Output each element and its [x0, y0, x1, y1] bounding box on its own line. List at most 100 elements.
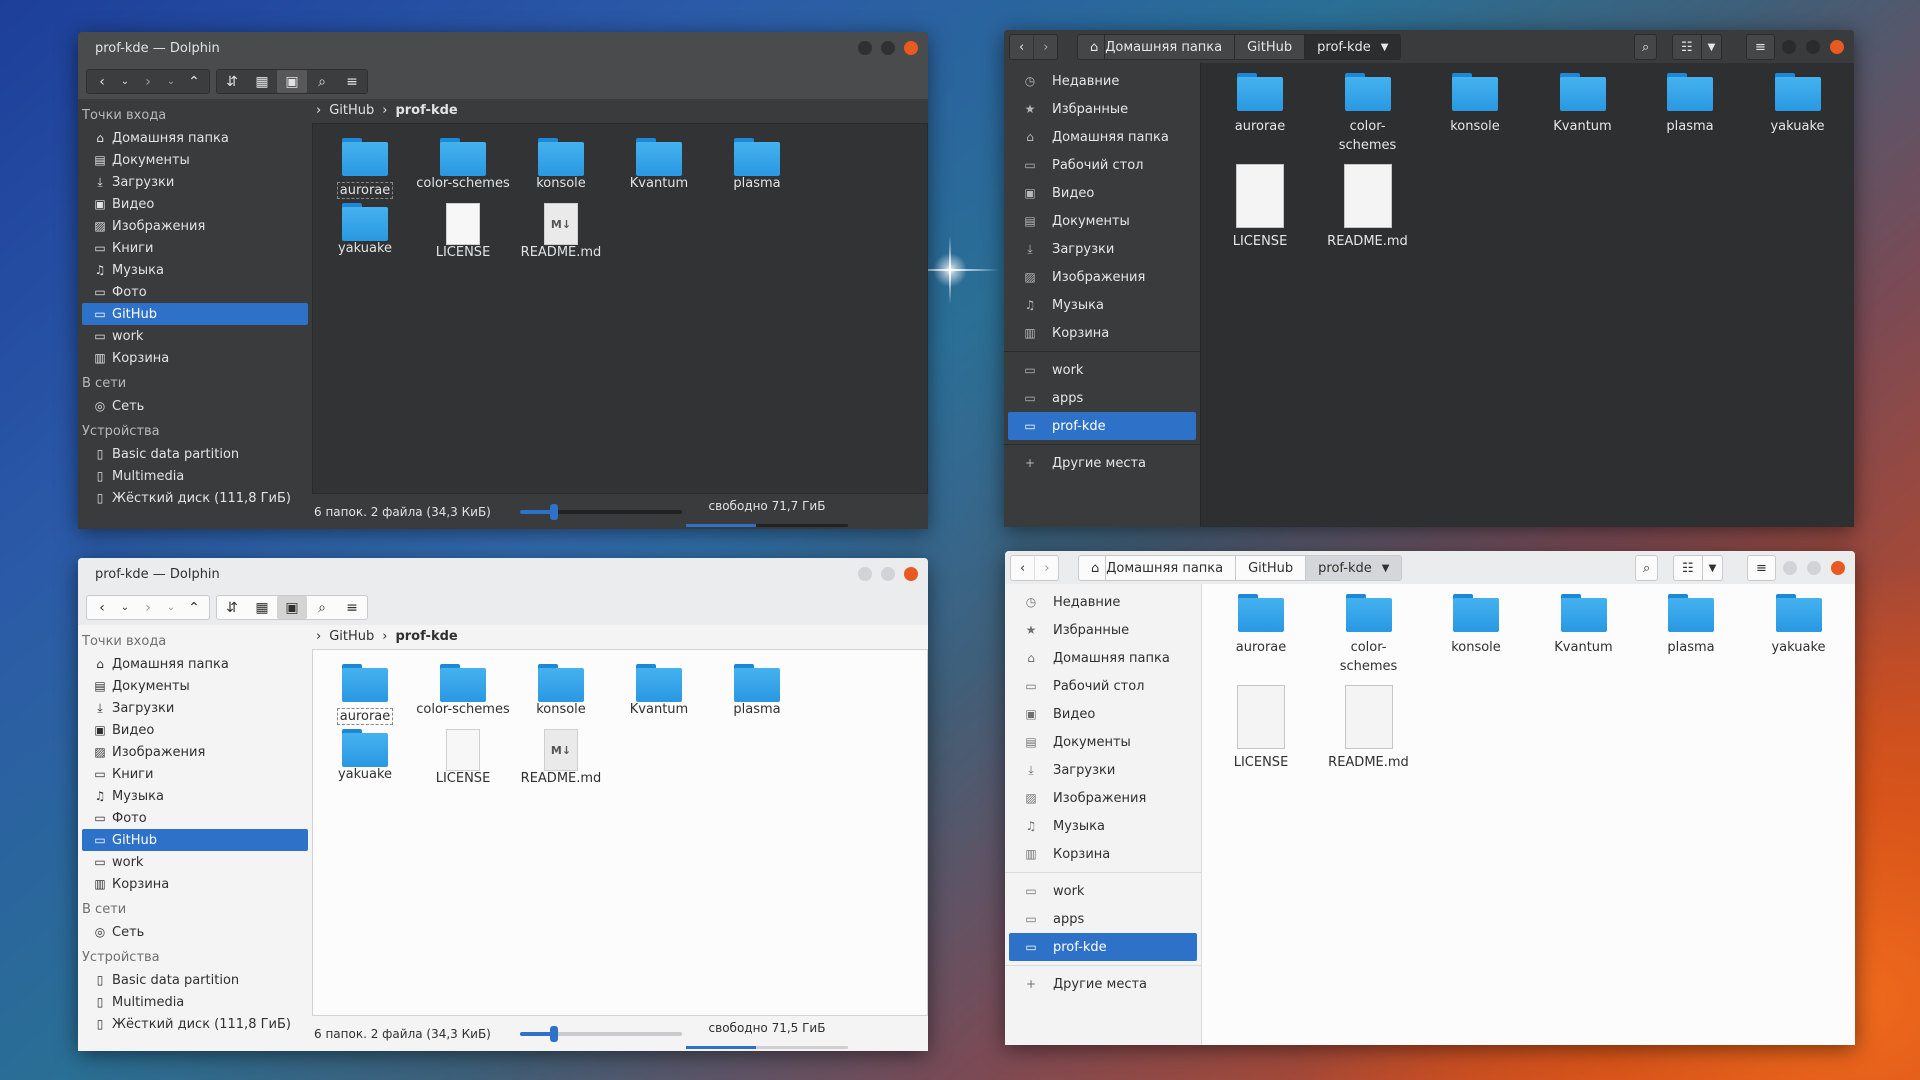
path-segment[interactable]: prof-kde ▼: [1305, 556, 1402, 580]
file-item[interactable]: yakuake: [1748, 73, 1848, 136]
place-item[interactable]: ▥ Корзина: [82, 873, 308, 895]
file-item[interactable]: Kvantum: [1534, 594, 1634, 657]
chevron-down-icon[interactable]: ▼: [1700, 35, 1722, 59]
search-icon[interactable]: ⌕: [307, 70, 337, 93]
place-item[interactable]: ◎ Сеть: [82, 921, 308, 943]
sidebar-item[interactable]: ♫ Музыка: [1009, 812, 1197, 840]
path-home[interactable]: ⌂ Домашняя папка: [1079, 556, 1235, 580]
path-segment[interactable]: GitHub: [1234, 35, 1304, 59]
sidebar-item[interactable]: ▤ Документы: [1008, 207, 1196, 235]
sidebar-item[interactable]: ▭ apps: [1009, 905, 1197, 933]
place-item[interactable]: ▭ GitHub: [82, 829, 308, 851]
place-item[interactable]: ▤ Документы: [82, 675, 308, 697]
sidebar-item[interactable]: ▭ apps: [1008, 384, 1196, 412]
file-item[interactable]: M↓ README.md: [501, 203, 621, 260]
crumb-parent[interactable]: GitHub: [329, 103, 374, 118]
sidebar-item[interactable]: ⌂ Домашняя папка: [1009, 644, 1197, 672]
file-view[interactable]: aurorae color- schemes konsole Kvantum plasm…: [1202, 63, 1854, 527]
crumb-parent[interactable]: GitHub: [329, 629, 374, 644]
place-item[interactable]: ▭ Книги: [82, 237, 308, 259]
file-item[interactable]: aurorae: [1210, 73, 1310, 136]
back-history-icon[interactable]: ⌄: [117, 70, 133, 93]
menu-button[interactable]: ≡: [1747, 555, 1776, 581]
place-item[interactable]: ⤓ Загрузки: [82, 171, 308, 193]
path-segment[interactable]: GitHub: [1235, 556, 1305, 580]
place-item[interactable]: ▨ Изображения: [82, 741, 308, 763]
sidebar-item[interactable]: ▨ Изображения: [1008, 263, 1196, 291]
back-icon[interactable]: ‹: [1011, 556, 1034, 580]
sidebar-item[interactable]: + Другие места: [1009, 970, 1197, 998]
place-item[interactable]: ▭ Фото: [82, 281, 308, 303]
file-item[interactable]: README.md: [1318, 164, 1418, 251]
close-button[interactable]: [904, 41, 918, 55]
place-item[interactable]: ▭ Фото: [82, 807, 308, 829]
file-item[interactable]: aurorae: [1211, 594, 1311, 657]
title-bar[interactable]: prof-kde — Dolphin: [78, 32, 928, 64]
place-item[interactable]: ⤓ Загрузки: [82, 697, 308, 719]
forward-icon[interactable]: ›: [133, 70, 163, 93]
file-view[interactable]: aurorae color-schemes konsole Kvantum plasma…: [312, 123, 928, 494]
sidebar-item[interactable]: ▣ Видео: [1008, 179, 1196, 207]
file-item[interactable]: LICENSE: [1210, 164, 1310, 251]
maximize-button[interactable]: [881, 567, 895, 581]
place-item[interactable]: ▭ Книги: [82, 763, 308, 785]
maximize-button[interactable]: [1806, 40, 1820, 54]
file-view[interactable]: aurorae color-schemes konsole Kvantum plasma…: [312, 649, 928, 1016]
icons-view-icon[interactable]: ▦: [247, 596, 277, 619]
header-bar[interactable]: ‹ › ⌂ Домашняя папка GitHub prof-kde ▼ ⌕ ☷ ▼ …: [1005, 551, 1855, 584]
zoom-handle[interactable]: [550, 504, 558, 520]
minimize-button[interactable]: [858, 41, 872, 55]
file-item[interactable]: plasma: [1640, 73, 1740, 136]
minimize-button[interactable]: [1782, 40, 1796, 54]
forward-icon[interactable]: ›: [1033, 35, 1057, 59]
sidebar-item[interactable]: ⤓ Загрузки: [1009, 756, 1197, 784]
file-item[interactable]: plasma: [697, 138, 817, 191]
file-item[interactable]: M↓ README.md: [501, 729, 621, 786]
close-button[interactable]: [1830, 40, 1844, 54]
sidebar-item[interactable]: ▭ prof-kde: [1008, 412, 1196, 440]
sidebar-item[interactable]: ▨ Изображения: [1009, 784, 1197, 812]
place-item[interactable]: ⌂ Домашняя папка: [82, 127, 308, 149]
sidebar-item[interactable]: ♫ Музыка: [1008, 291, 1196, 319]
place-item[interactable]: ▯ Жёсткий диск (111,8 ГиБ): [82, 1013, 308, 1035]
forward-icon[interactable]: ›: [1034, 556, 1058, 580]
sidebar-item[interactable]: ▭ work: [1008, 356, 1196, 384]
back-icon[interactable]: ‹: [87, 596, 117, 619]
file-item[interactable]: konsole: [1425, 73, 1525, 136]
chevron-down-icon[interactable]: ▼: [1701, 556, 1723, 580]
list-view-icon[interactable]: ☷: [1673, 35, 1701, 59]
sidebar-item[interactable]: ⌂ Домашняя папка: [1008, 123, 1196, 151]
place-item[interactable]: ▯ Basic data partition: [82, 443, 308, 465]
file-item[interactable]: yakuake: [1749, 594, 1849, 657]
up-icon[interactable]: ⌃: [179, 596, 209, 619]
place-item[interactable]: ▯ Basic data partition: [82, 969, 308, 991]
place-item[interactable]: ▤ Документы: [82, 149, 308, 171]
close-button[interactable]: [1831, 561, 1845, 575]
file-item[interactable]: color- schemes: [1319, 594, 1419, 676]
sidebar-item[interactable]: ★ Избранные: [1009, 616, 1197, 644]
search-button[interactable]: ⌕: [1635, 555, 1659, 581]
place-item[interactable]: ▣ Видео: [82, 193, 308, 215]
list-view-icon[interactable]: ☷: [1674, 556, 1702, 580]
menu-button[interactable]: ≡: [1746, 34, 1775, 60]
sidebar-item[interactable]: ▭ Рабочий стол: [1008, 151, 1196, 179]
path-home[interactable]: ⌂ Домашняя папка: [1078, 35, 1234, 59]
sidebar-item[interactable]: ▥ Корзина: [1008, 319, 1196, 347]
sidebar-item[interactable]: ▤ Документы: [1009, 728, 1197, 756]
place-item[interactable]: ▨ Изображения: [82, 215, 308, 237]
forward-history-icon[interactable]: ⌄: [163, 70, 179, 93]
place-item[interactable]: ▯ Multimedia: [82, 465, 308, 487]
maximize-button[interactable]: [881, 41, 895, 55]
preview-icon[interactable]: ▣: [277, 596, 307, 619]
path-segment[interactable]: prof-kde ▼: [1304, 35, 1401, 59]
place-item[interactable]: ▭ GitHub: [82, 303, 308, 325]
place-item[interactable]: ▯ Multimedia: [82, 991, 308, 1013]
file-item[interactable]: README.md: [1319, 685, 1419, 772]
file-item[interactable]: plasma: [697, 664, 817, 717]
place-item[interactable]: ⌂ Домашняя папка: [82, 653, 308, 675]
back-icon[interactable]: ‹: [87, 70, 117, 93]
sort-icon[interactable]: ⇵: [217, 70, 247, 93]
sidebar-item[interactable]: ▥ Корзина: [1009, 840, 1197, 868]
sidebar-item[interactable]: ◷ Недавние: [1009, 588, 1197, 616]
sidebar-item[interactable]: ⤓ Загрузки: [1008, 235, 1196, 263]
